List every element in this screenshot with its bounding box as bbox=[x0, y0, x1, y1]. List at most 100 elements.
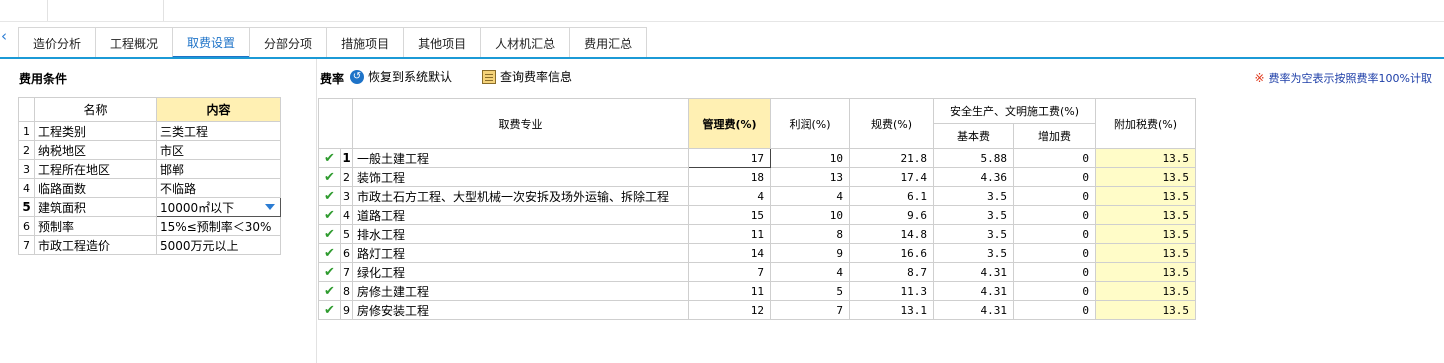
base-fee-cell[interactable]: 5.88 bbox=[933, 148, 1014, 168]
restore-default-button[interactable]: ↺ 恢复到系统默认 bbox=[350, 68, 452, 85]
add-fee-cell[interactable]: 0 bbox=[1013, 243, 1096, 263]
base-fee-cell[interactable]: 3.5 bbox=[933, 224, 1014, 244]
profit-cell[interactable]: 8 bbox=[770, 224, 850, 244]
profit-cell[interactable]: 13 bbox=[770, 167, 850, 187]
tab-1[interactable]: 造价分析 bbox=[18, 27, 97, 58]
chevron-left-icon[interactable]: ‹ bbox=[1, 28, 13, 44]
table-row[interactable]: 7 市政工程造价 5000万元以上 bbox=[18, 235, 281, 255]
column-header-safety-group[interactable]: 安全生产、文明施工费(%) bbox=[933, 98, 1096, 124]
tab-8[interactable]: 费用汇总 bbox=[569, 27, 648, 58]
table-row[interactable]: ✔ 3 市政土石方工程、大型机械一次安拆及场外运输、拆除工程 4 4 6.1 3.5 0 13.… bbox=[318, 186, 1196, 206]
add-fee-cell[interactable]: 0 bbox=[1013, 186, 1096, 206]
base-fee-cell[interactable]: 4.31 bbox=[933, 262, 1014, 282]
add-fee-cell[interactable]: 0 bbox=[1013, 148, 1096, 168]
tab-6[interactable]: 其他项目 bbox=[403, 27, 482, 58]
base-fee-cell[interactable]: 4.31 bbox=[933, 300, 1014, 320]
dropdown-arrow-icon[interactable] bbox=[265, 204, 275, 210]
table-row[interactable]: ✔ 7 绿化工程 7 4 8.7 4.31 0 13.5 bbox=[318, 262, 1196, 282]
table-row[interactable]: ✔ 8 房修土建工程 11 5 11.3 4.31 0 13.5 bbox=[318, 281, 1196, 301]
gui-cell[interactable]: 9.6 bbox=[849, 205, 934, 225]
gui-cell[interactable]: 8.7 bbox=[849, 262, 934, 282]
gui-cell[interactable]: 13.1 bbox=[849, 300, 934, 320]
tax-cell[interactable]: 13.5 bbox=[1095, 186, 1196, 206]
profit-cell[interactable]: 4 bbox=[770, 186, 850, 206]
table-row[interactable]: 2 纳税地区 市区 bbox=[18, 140, 281, 160]
table-row[interactable]: 5 建筑面积 10000㎡以下 bbox=[18, 197, 281, 217]
profit-cell[interactable]: 10 bbox=[770, 205, 850, 225]
condition-value[interactable]: 15%≤预制率＜30% bbox=[156, 216, 281, 236]
condition-value[interactable]: 10000㎡以下 bbox=[156, 197, 281, 217]
add-fee-cell[interactable]: 0 bbox=[1013, 224, 1096, 244]
table-row[interactable]: ✔ 6 路灯工程 14 9 16.6 3.5 0 13.5 bbox=[318, 243, 1196, 263]
tax-cell[interactable]: 13.5 bbox=[1095, 300, 1196, 320]
gui-cell[interactable]: 14.8 bbox=[849, 224, 934, 244]
table-row[interactable]: ✔ 2 装饰工程 18 13 17.4 4.36 0 13.5 bbox=[318, 167, 1196, 187]
tax-cell[interactable]: 13.5 bbox=[1095, 243, 1196, 263]
profit-cell[interactable]: 4 bbox=[770, 262, 850, 282]
tab-7[interactable]: 人材机汇总 bbox=[480, 27, 571, 58]
column-header-gui[interactable]: 规费(%) bbox=[849, 98, 934, 149]
add-fee-cell[interactable]: 0 bbox=[1013, 262, 1096, 282]
gui-cell[interactable]: 17.4 bbox=[849, 167, 934, 187]
tax-cell[interactable]: 13.5 bbox=[1095, 205, 1196, 225]
condition-value[interactable]: 三类工程 bbox=[156, 121, 281, 141]
column-header-tax[interactable]: 附加税费(%) bbox=[1095, 98, 1196, 149]
profit-cell[interactable]: 5 bbox=[770, 281, 850, 301]
column-header-profit[interactable]: 利润(%) bbox=[770, 98, 850, 149]
mgmt-cell[interactable]: 15 bbox=[688, 205, 771, 225]
tax-cell[interactable]: 13.5 bbox=[1095, 262, 1196, 282]
column-header-name[interactable]: 名称 bbox=[34, 97, 157, 122]
add-fee-cell[interactable]: 0 bbox=[1013, 205, 1096, 225]
query-rate-button[interactable]: 查询费率信息 bbox=[482, 68, 572, 85]
base-fee-cell[interactable]: 4.36 bbox=[933, 167, 1014, 187]
profit-cell[interactable]: 7 bbox=[770, 300, 850, 320]
tax-cell[interactable]: 13.5 bbox=[1095, 224, 1196, 244]
add-fee-cell[interactable]: 0 bbox=[1013, 167, 1096, 187]
mgmt-cell[interactable]: 12 bbox=[688, 300, 771, 320]
gui-cell[interactable]: 11.3 bbox=[849, 281, 934, 301]
tax-cell[interactable]: 13.5 bbox=[1095, 167, 1196, 187]
profit-cell[interactable]: 10 bbox=[770, 148, 850, 168]
panel-splitter[interactable] bbox=[316, 59, 317, 363]
base-fee-cell[interactable]: 4.31 bbox=[933, 281, 1014, 301]
column-header-value[interactable]: 内容 bbox=[156, 97, 281, 122]
table-row[interactable]: 4 临路面数 不临路 bbox=[18, 178, 281, 198]
gui-cell[interactable]: 6.1 bbox=[849, 186, 934, 206]
table-row[interactable]: 3 工程所在地区 邯郸 bbox=[18, 159, 281, 179]
mgmt-cell[interactable]: 11 bbox=[688, 281, 771, 301]
condition-value[interactable]: 5000万元以上 bbox=[156, 235, 281, 255]
tab-4[interactable]: 分部分项 bbox=[249, 27, 328, 58]
condition-value[interactable]: 不临路 bbox=[156, 178, 281, 198]
table-row[interactable]: ✔ 1 一般土建工程 17 10 21.8 5.88 0 13.5 bbox=[318, 148, 1196, 168]
gui-cell[interactable]: 16.6 bbox=[849, 243, 934, 263]
base-fee-cell[interactable]: 3.5 bbox=[933, 243, 1014, 263]
column-header-mgmt[interactable]: 管理费(%) bbox=[688, 98, 771, 149]
mgmt-cell[interactable]: 7 bbox=[688, 262, 771, 282]
condition-value[interactable]: 市区 bbox=[156, 140, 281, 160]
tax-cell[interactable]: 13.5 bbox=[1095, 281, 1196, 301]
column-header-add[interactable]: 增加费 bbox=[1013, 123, 1096, 149]
base-fee-cell[interactable]: 3.5 bbox=[933, 205, 1014, 225]
profit-cell[interactable]: 9 bbox=[770, 243, 850, 263]
add-fee-cell[interactable]: 0 bbox=[1013, 300, 1096, 320]
table-row[interactable]: 6 预制率 15%≤预制率＜30% bbox=[18, 216, 281, 236]
column-header-specialty[interactable]: 取费专业 bbox=[352, 98, 689, 149]
table-row[interactable]: 1 工程类别 三类工程 bbox=[18, 121, 281, 141]
condition-value[interactable]: 邯郸 bbox=[156, 159, 281, 179]
mgmt-cell[interactable]: 17 bbox=[688, 148, 771, 168]
base-fee-cell[interactable]: 3.5 bbox=[933, 186, 1014, 206]
mgmt-cell[interactable]: 11 bbox=[688, 224, 771, 244]
mgmt-cell[interactable]: 4 bbox=[688, 186, 771, 206]
tab-5[interactable]: 措施项目 bbox=[326, 27, 405, 58]
tab-2[interactable]: 工程概况 bbox=[95, 27, 174, 58]
tax-cell[interactable]: 13.5 bbox=[1095, 148, 1196, 168]
gui-cell[interactable]: 21.8 bbox=[849, 148, 934, 168]
tab-3[interactable]: 取费设置 bbox=[172, 27, 251, 58]
table-row[interactable]: ✔ 9 房修安装工程 12 7 13.1 4.31 0 13.5 bbox=[318, 300, 1196, 320]
table-row[interactable]: ✔ 5 排水工程 11 8 14.8 3.5 0 13.5 bbox=[318, 224, 1196, 244]
mgmt-cell[interactable]: 14 bbox=[688, 243, 771, 263]
add-fee-cell[interactable]: 0 bbox=[1013, 281, 1096, 301]
column-header-base[interactable]: 基本费 bbox=[933, 123, 1014, 149]
mgmt-cell[interactable]: 18 bbox=[688, 167, 771, 187]
table-row[interactable]: ✔ 4 道路工程 15 10 9.6 3.5 0 13.5 bbox=[318, 205, 1196, 225]
